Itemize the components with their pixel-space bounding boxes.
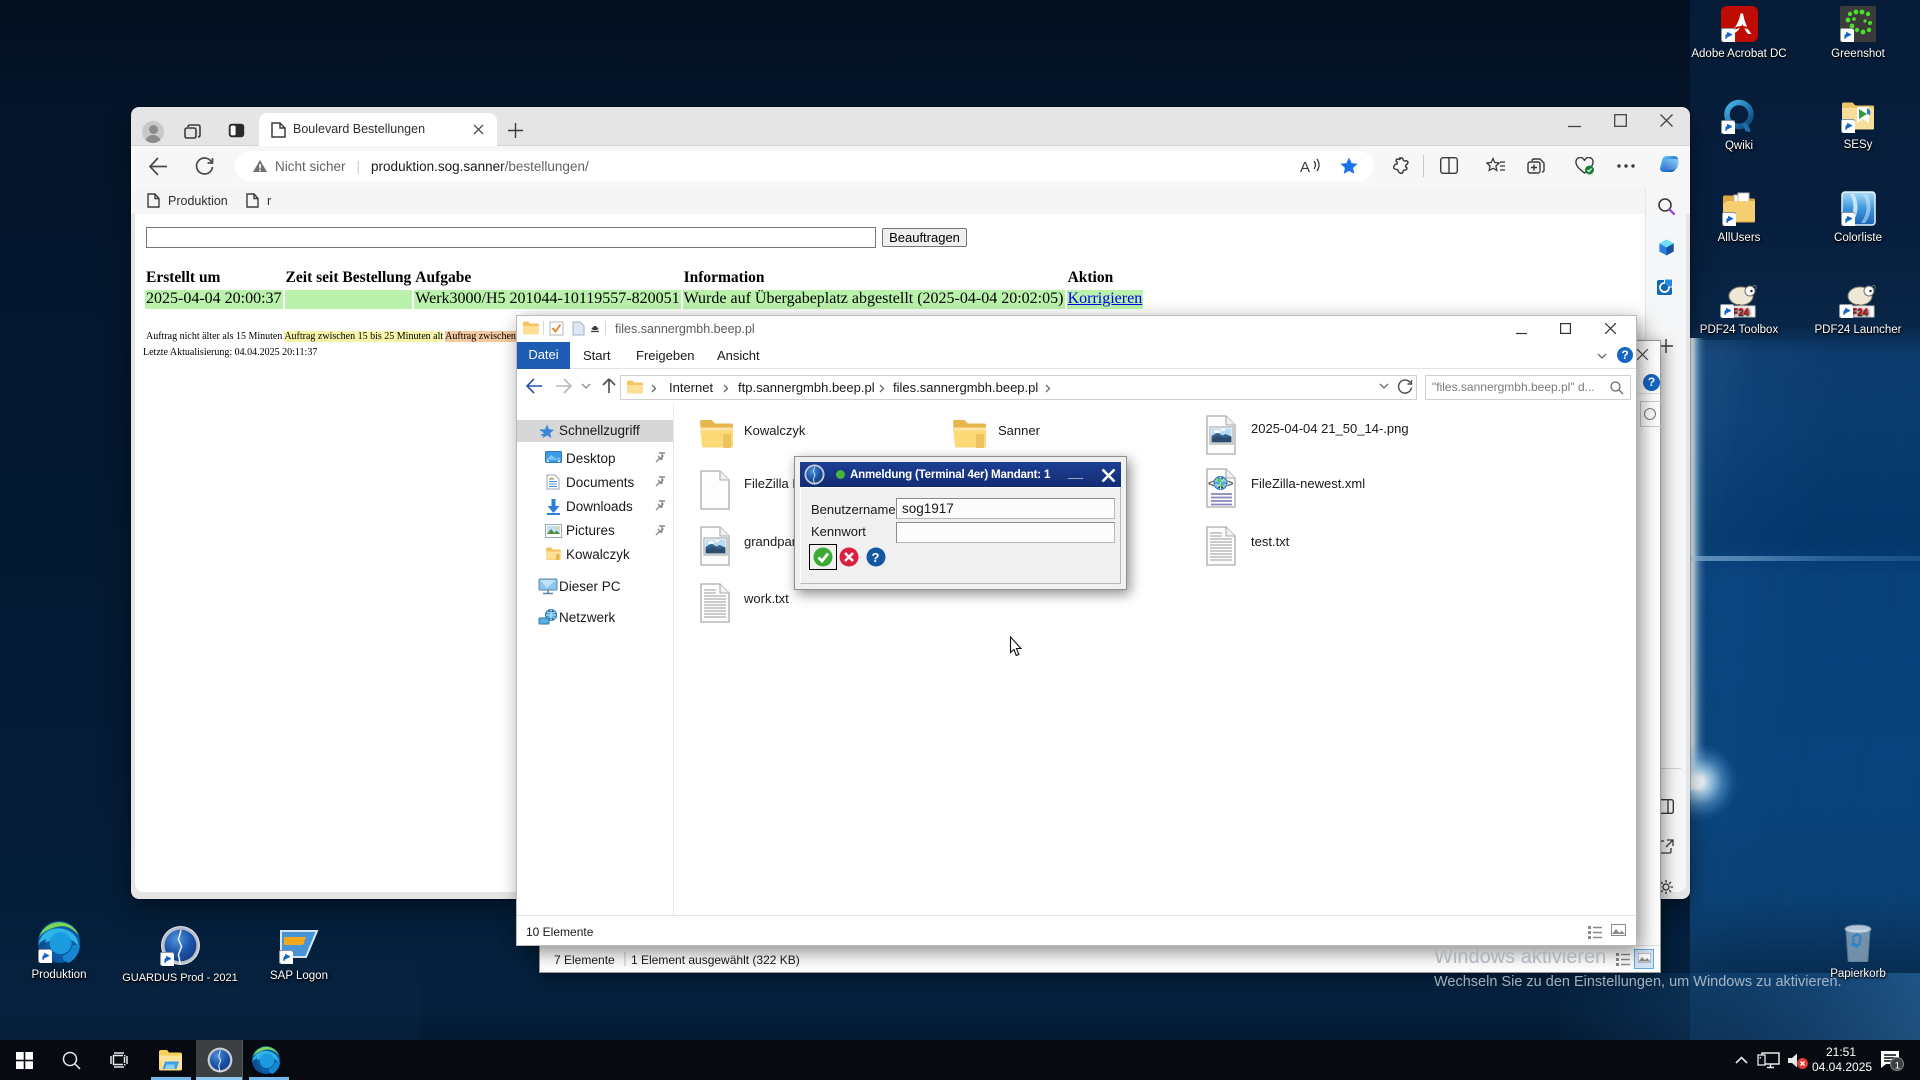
svg-text:F24: F24 bbox=[1851, 307, 1869, 318]
svg-text:?: ? bbox=[872, 550, 880, 565]
svg-text:A: A bbox=[1300, 159, 1310, 175]
svg-text:F24: F24 bbox=[1732, 307, 1750, 318]
svg-text:1: 1 bbox=[1895, 1061, 1900, 1072]
